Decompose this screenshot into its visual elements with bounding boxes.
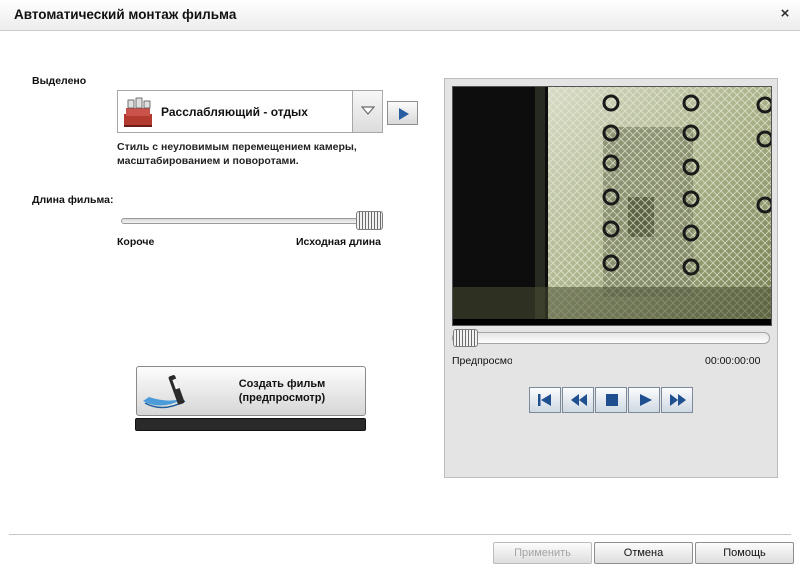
style-dropdown[interactable]: Расслабляющий - отдых [117, 90, 383, 133]
preview-style-button[interactable] [387, 101, 418, 125]
transport-controls [529, 387, 693, 413]
chevron-down-icon [361, 106, 375, 115]
window-title: Автоматический монтаж фильма [14, 7, 237, 22]
skip-to-start-button[interactable] [529, 387, 561, 413]
style-value: Расслабляющий - отдых [161, 105, 308, 119]
preview-label: Предпросмотр [452, 355, 512, 367]
length-slider-thumb[interactable] [356, 211, 383, 230]
selected-label: Выделено [32, 75, 87, 87]
create-button-line2: (предпросмотр) [238, 392, 326, 404]
footer-separator [9, 534, 791, 535]
fast-forward-button[interactable] [661, 387, 693, 413]
length-slider-track[interactable] [121, 218, 383, 224]
preview-scrubber-track[interactable] [452, 332, 770, 344]
video-frame [453, 87, 771, 325]
create-progress-bar [135, 418, 366, 431]
stop-button[interactable] [595, 387, 627, 413]
apply-button[interactable]: Применить [493, 542, 592, 564]
rewind-button[interactable] [562, 387, 594, 413]
close-button[interactable]: × [776, 5, 794, 23]
magic-wand-icon [143, 375, 186, 409]
help-button[interactable]: Помощь [695, 542, 794, 564]
create-button-line1: Создать фильм [238, 378, 326, 390]
length-label: Длина фильма: [32, 194, 114, 206]
style-dropdown-button[interactable] [352, 91, 382, 132]
fast-forward-icon [670, 394, 686, 406]
play-icon [640, 394, 652, 406]
length-max-label: Исходная длина [296, 236, 381, 248]
stop-icon [606, 394, 618, 406]
length-min-label: Короче [117, 236, 155, 248]
video-preview [452, 86, 772, 326]
style-thumbnail-icon [124, 97, 152, 127]
style-description: Стиль с неуловимым перемещением камеры, … [117, 141, 357, 167]
skip-to-start-icon [538, 394, 551, 406]
play-icon [399, 108, 409, 120]
preview-scrubber-thumb[interactable] [453, 329, 478, 347]
create-movie-button[interactable]: Создать фильм (предпросмотр) [136, 366, 366, 416]
cancel-button[interactable]: Отмена [594, 542, 693, 564]
title-bar: Автоматический монтаж фильма × [0, 0, 800, 31]
play-button[interactable] [628, 387, 660, 413]
rewind-icon [571, 394, 587, 406]
timecode: 00:00:00:00 [705, 355, 761, 367]
